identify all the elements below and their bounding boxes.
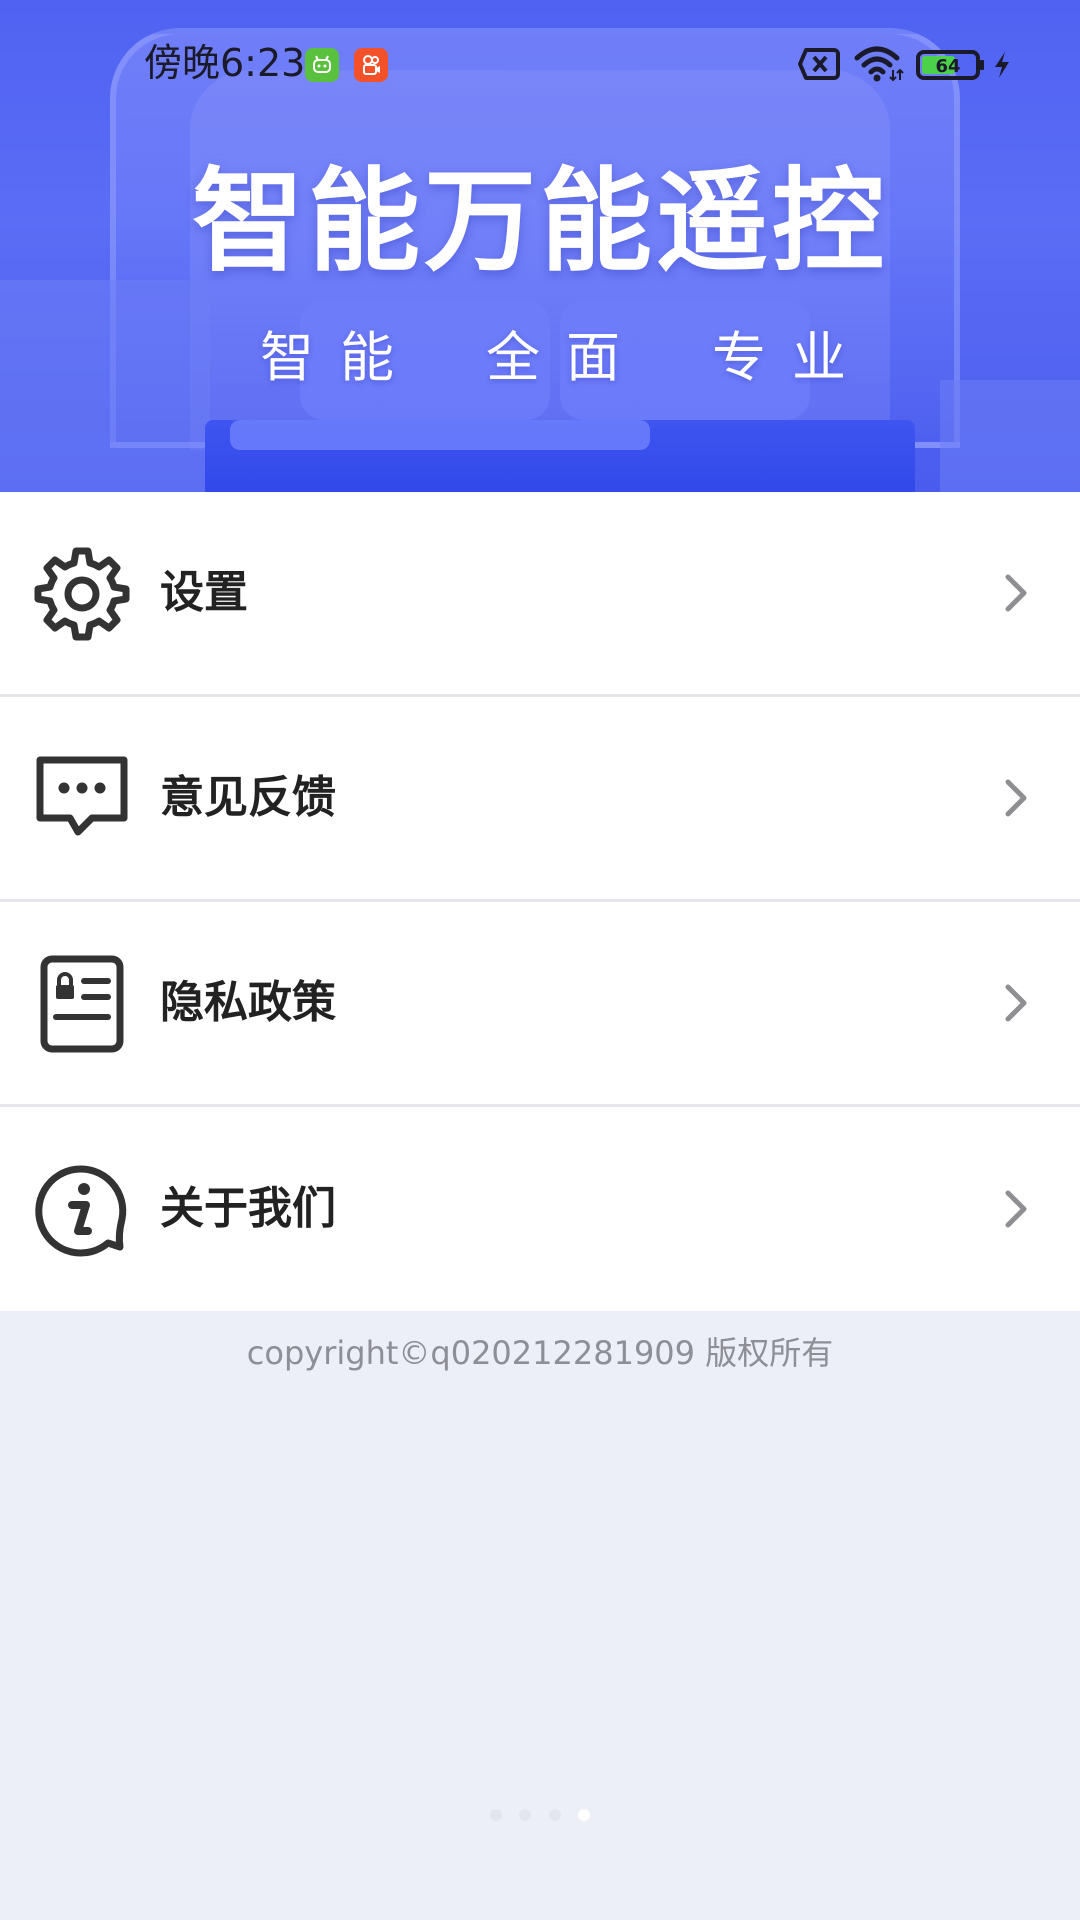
status-bar: 傍晚6:23 64 [0, 0, 1080, 128]
charging-icon [995, 52, 1009, 78]
page-dot [519, 1809, 532, 1821]
menu-item-label: 隐私政策 [160, 977, 336, 1028]
banner-subtitle: 专业 [712, 326, 872, 389]
menu-list: 设置 意见反馈 隐私政策 关于我们 [0, 492, 1080, 1311]
app-orange-icon [354, 48, 388, 82]
wifi-icon [854, 46, 904, 82]
chevron-right-icon [1005, 574, 1027, 612]
info-icon [35, 1165, 127, 1257]
privacy-document-icon [40, 955, 124, 1053]
page-dot [548, 1809, 561, 1821]
page-dot-active [577, 1809, 590, 1821]
menu-item-privacy-policy[interactable]: 隐私政策 [0, 902, 1080, 1107]
banner-title: 智能万能遥控 [192, 157, 888, 287]
menu-item-about-us[interactable]: 关于我们 [0, 1107, 1080, 1311]
no-sim-icon [798, 48, 840, 80]
copyright-text: copyright©q020212281909 版权所有 [246, 1334, 834, 1372]
gear-icon [34, 547, 130, 641]
banner-subtitle: 智能 [260, 326, 420, 389]
screen: 智能万能遥控 智能 全面 专业 傍晚6:23 64 设置 意见反馈 隐私政策 关… [0, 0, 1080, 1920]
app-green-icon [305, 48, 339, 82]
menu-item-feedback[interactable]: 意见反馈 [0, 697, 1080, 902]
menu-item-label: 设置 [160, 567, 248, 618]
menu-item-settings[interactable]: 设置 [0, 492, 1080, 697]
status-time: 傍晚6:23 [144, 41, 306, 85]
page-indicator [0, 1806, 1080, 1822]
chevron-right-icon [1005, 984, 1027, 1022]
battery-icon: 64 [916, 50, 984, 80]
menu-item-label: 关于我们 [160, 1183, 336, 1234]
chevron-right-icon [1005, 1190, 1027, 1228]
banner-subtitle: 全面 [486, 326, 646, 389]
banner-background-nightstand [0, 280, 210, 492]
banner-background-cabinet [940, 380, 1080, 492]
banner-background-blanket [230, 420, 650, 450]
message-icon [36, 756, 128, 836]
chevron-right-icon [1005, 779, 1027, 817]
battery-level: 64 [935, 56, 960, 77]
menu-item-label: 意见反馈 [160, 772, 336, 823]
page-dot [490, 1809, 503, 1821]
